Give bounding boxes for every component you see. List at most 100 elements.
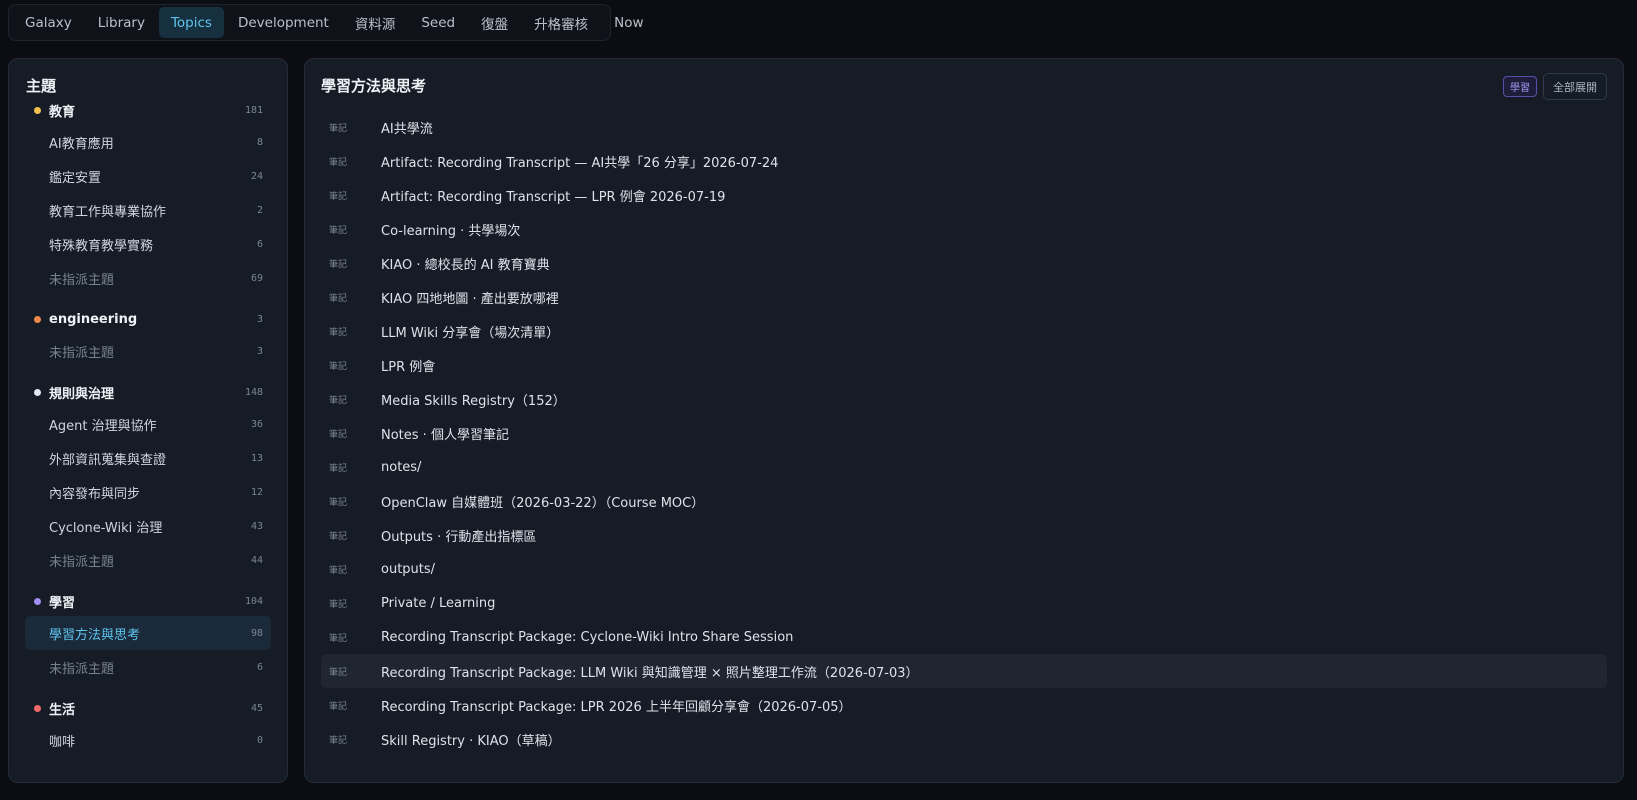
- topic-group-name: engineering: [49, 311, 138, 327]
- topic-item[interactable]: 未指派主題 3: [25, 334, 271, 368]
- topic-tree[interactable]: 教育 181 AI教育應用 8 鑑定安置 24 教育工作與專業協作 2 特殊教育教學實務 6 未指派…: [25, 99, 271, 766]
- note-row[interactable]: 筆記 KIAO · 總校長的 AI 教育寶典: [321, 246, 1607, 280]
- nav-tab[interactable]: 復盤: [469, 7, 520, 38]
- topic-item-count: 69: [250, 272, 263, 284]
- topic-group-name: 教育: [49, 104, 76, 120]
- topic-item-count: 24: [250, 170, 263, 182]
- note-row[interactable]: 筆記 Artifact: Recording Transcript — LPR 例…: [321, 178, 1607, 212]
- note-row[interactable]: 筆記 AI共學流: [321, 110, 1607, 144]
- note-kind-label: 筆記: [329, 599, 348, 610]
- note-row[interactable]: 筆記 OpenClaw 自媒體班（2026-03-22）（Course MOC）: [321, 484, 1607, 518]
- nav-tab[interactable]: 升格審核: [522, 7, 600, 38]
- nav-tab[interactable]: Now: [602, 7, 655, 38]
- topic-item[interactable]: 未指派主題 6: [25, 650, 271, 684]
- topic-item-name: 學習方法與思考: [49, 627, 141, 643]
- note-row[interactable]: 筆記 KIAO 四地地圖 · 產出要放哪裡: [321, 280, 1607, 314]
- note-title: KIAO · 總校長的 AI 教育寶典: [381, 257, 550, 273]
- top-nav: Galaxy Library Topics Development 資料源 Seed 復盤升…: [8, 4, 644, 41]
- note-title: Private / Learning: [381, 595, 496, 611]
- topic-item[interactable]: 外部資訊蒐集與查證 13: [25, 441, 271, 475]
- topic-item-count: 6: [256, 238, 263, 250]
- note-title: LPR 例會: [381, 359, 436, 375]
- topic-item-name: 外部資訊蒐集與查證: [49, 452, 167, 468]
- group-color-dot-icon: [34, 106, 41, 114]
- note-row[interactable]: 筆記 Media Skills Registry（152）: [321, 382, 1607, 416]
- note-kind-label: 筆記: [329, 497, 348, 508]
- note-row[interactable]: 筆記 Notes · 個人學習筆記: [321, 416, 1607, 450]
- nav-tab[interactable]: Seed: [409, 7, 467, 38]
- group-gap: [25, 684, 271, 693]
- topic-group[interactable]: 學習 104: [25, 586, 271, 616]
- nav-tab[interactable]: Topics: [158, 7, 224, 38]
- group-gap: [25, 295, 271, 304]
- topic-item[interactable]: Cyclone-Wiki 治理 43: [25, 509, 271, 543]
- topic-item-count: 3: [256, 345, 263, 357]
- note-row[interactable]: 筆記 Co-learning · 共學場次: [321, 212, 1607, 246]
- topic-item[interactable]: 未指派主題 44: [25, 543, 271, 577]
- note-row[interactable]: 筆記 Recording Transcript Package: LPR 2026…: [321, 688, 1607, 722]
- topic-group-count: 148: [244, 386, 263, 398]
- nav-tab[interactable]: Galaxy: [13, 7, 84, 38]
- topic-group-name: 學習: [49, 595, 76, 611]
- nav-tab[interactable]: Library: [86, 7, 157, 38]
- note-row[interactable]: 筆記 Skill Registry · KIAO（草稿）: [321, 722, 1607, 756]
- topic-item-count: 12: [250, 486, 263, 498]
- note-row[interactable]: 筆記 Outputs · 行動產出指標區: [321, 518, 1607, 552]
- note-title: Media Skills Registry（152）: [381, 393, 566, 409]
- topic-group[interactable]: engineering 3: [25, 304, 271, 334]
- topic-item[interactable]: 鑑定安置 24: [25, 159, 271, 193]
- note-row[interactable]: 筆記 Recording Transcript Package: Cyclone-…: [321, 620, 1607, 654]
- nav-tab[interactable]: 資料源: [343, 7, 408, 38]
- note-kind-label: 筆記: [329, 293, 348, 304]
- topic-item[interactable]: AI教育應用 8: [25, 125, 271, 159]
- note-title: Co-learning · 共學場次: [381, 223, 521, 239]
- note-kind-label: 筆記: [329, 531, 348, 542]
- topic-item[interactable]: 內容發布與同步 12: [25, 475, 271, 509]
- topic-item[interactable]: 教育工作與專業協作 2: [25, 193, 271, 227]
- note-kind-label: 筆記: [329, 565, 348, 576]
- topic-item[interactable]: 未指派主題 69: [25, 261, 271, 295]
- topic-item-name: 未指派主題: [49, 661, 115, 677]
- topic-item-name: 特殊教育教學實務: [49, 238, 154, 254]
- topic-item[interactable]: 咖啡 0: [25, 723, 271, 757]
- topic-item-name: 教育工作與專業協作: [49, 204, 167, 220]
- topic-item[interactable]: 學習方法與思考 98: [25, 616, 271, 650]
- topic-item-name: 未指派主題: [49, 272, 115, 288]
- topic-item-count: 43: [250, 520, 263, 532]
- topic-item[interactable]: 特殊教育教學實務 6: [25, 227, 271, 261]
- topic-item-count: 2: [256, 204, 263, 216]
- topic-item[interactable]: Agent 治理與協作 36: [25, 407, 271, 441]
- note-title: Recording Transcript Package: LLM Wiki 與…: [381, 665, 919, 681]
- note-row[interactable]: 筆記 notes/: [321, 450, 1607, 484]
- note-kind-label: 筆記: [329, 225, 348, 236]
- note-kind-label: 筆記: [329, 259, 348, 270]
- note-row[interactable]: 筆記 Artifact: Recording Transcript — AI共學「…: [321, 144, 1607, 178]
- note-title: AI共學流: [381, 121, 433, 137]
- topic-tag-badge: 學習: [1503, 76, 1537, 97]
- group-color-dot-icon: [34, 704, 41, 712]
- topic-group-name: 生活: [49, 702, 76, 718]
- group-gap: [25, 368, 271, 377]
- topic-group-name: 規則與治理: [49, 386, 115, 402]
- note-kind-label: 筆記: [329, 361, 348, 372]
- topic-item[interactable]: 健康0: [25, 757, 271, 766]
- note-row[interactable]: 筆記 LPR 例會: [321, 348, 1607, 382]
- topic-group[interactable]: 規則與治理 148: [25, 377, 271, 407]
- topic-item-count: 44: [250, 554, 263, 566]
- note-title: KIAO 四地地圖 · 產出要放哪裡: [381, 291, 559, 307]
- note-kind-label: 筆記: [329, 395, 348, 406]
- note-title: outputs/: [381, 561, 436, 577]
- note-title: Artifact: Recording Transcript — AI共學「26…: [381, 155, 779, 171]
- group-color-dot-icon: [34, 388, 41, 396]
- note-row[interactable]: 筆記 Private / Learning: [321, 586, 1607, 620]
- note-kind-label: 筆記: [329, 463, 348, 474]
- topic-group[interactable]: 教育 181: [25, 99, 271, 125]
- nav-tab[interactable]: Development: [226, 7, 341, 38]
- note-row[interactable]: 筆記 Recording Transcript Package: LLM Wiki…: [321, 654, 1607, 688]
- expand-all-button[interactable]: 全部展開: [1543, 73, 1607, 100]
- note-row[interactable]: 筆記 outputs/: [321, 552, 1607, 586]
- note-row[interactable]: 筆記 LLM Wiki 分享會（場次清單）: [321, 314, 1607, 348]
- topic-group[interactable]: 生活 45: [25, 693, 271, 723]
- note-kind-label: 筆記: [329, 701, 348, 712]
- note-title: Recording Transcript Package: Cyclone-Wi…: [381, 629, 794, 645]
